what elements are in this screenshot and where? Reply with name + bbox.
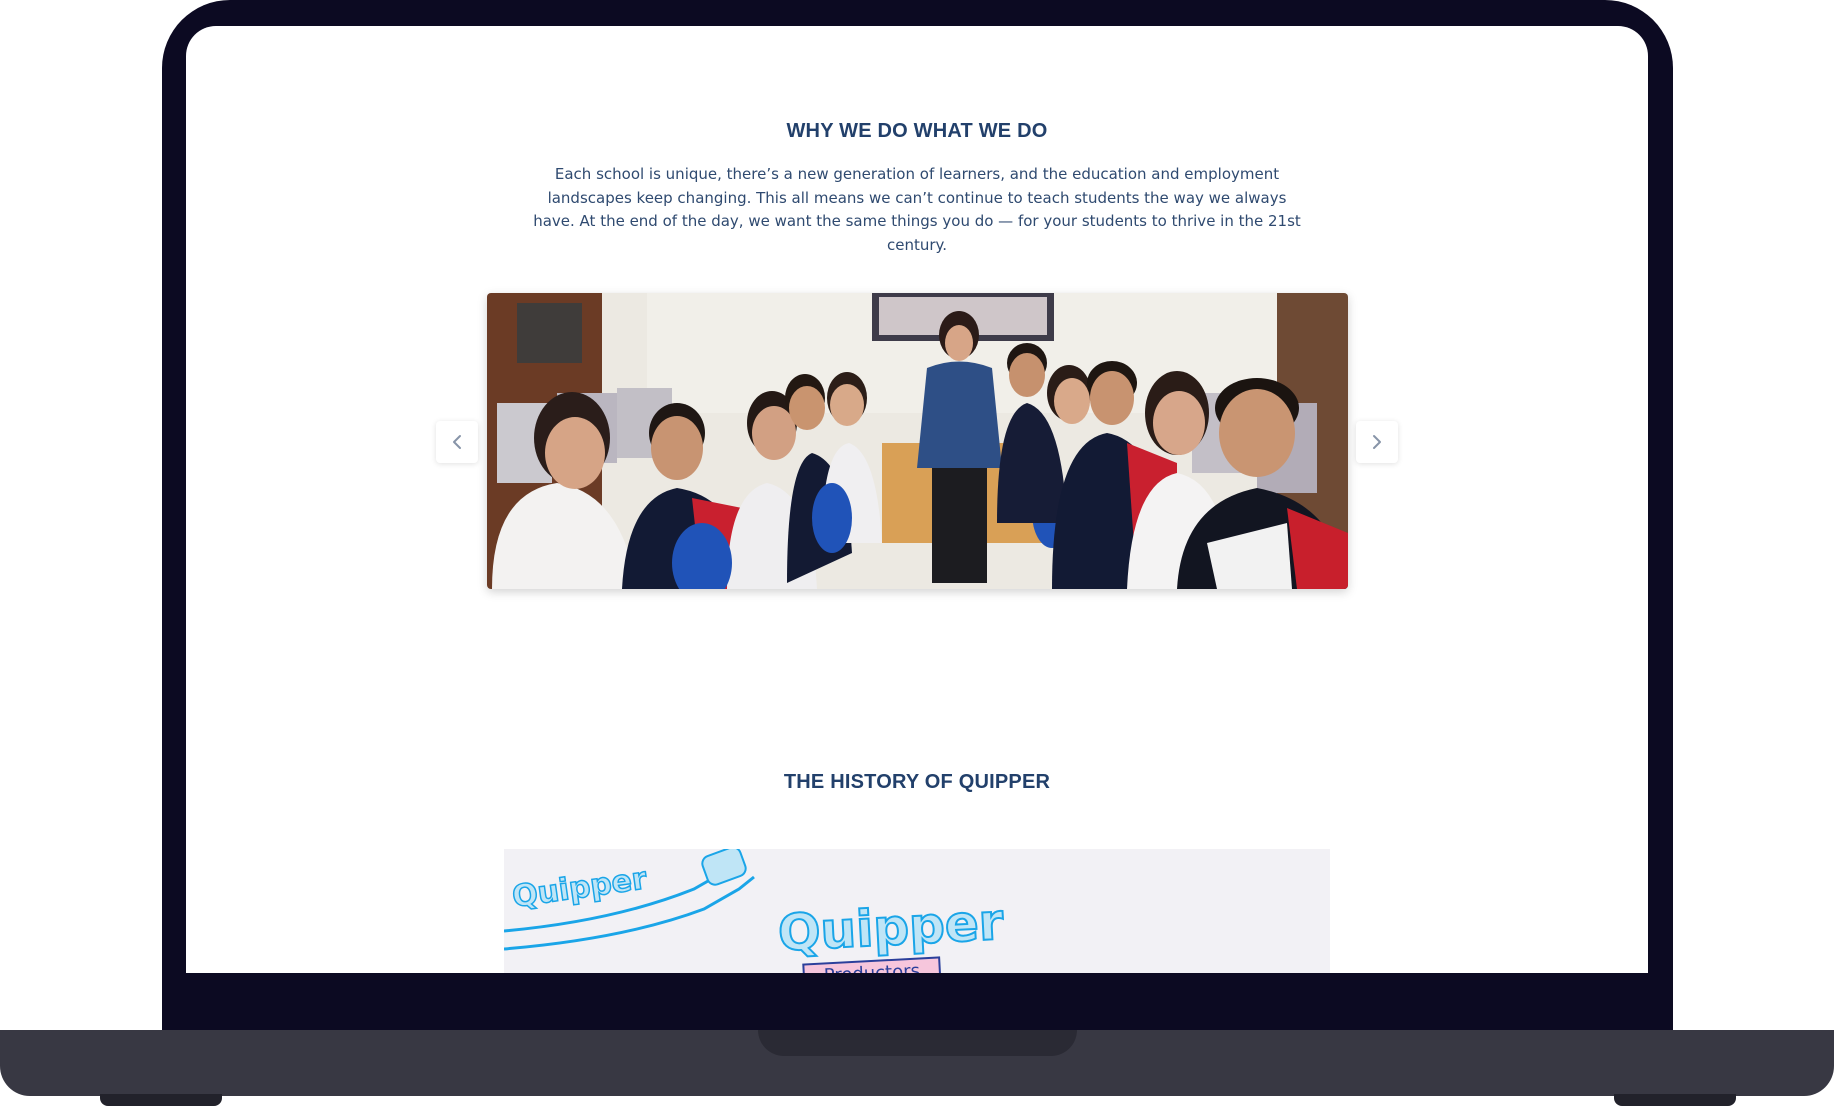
laptop-foot-right (1614, 1094, 1736, 1106)
logo-text: Quipper (777, 893, 1005, 963)
classroom-photo (487, 293, 1348, 589)
history-video-thumbnail[interactable]: Quipper Quipper Productors (504, 849, 1330, 973)
chevron-right-icon (1373, 435, 1381, 449)
chevron-left-icon (453, 435, 461, 449)
why-section-paragraph: Each school is unique, there’s a new gen… (533, 165, 1301, 254)
why-section-title: WHY WE DO WHAT WE DO (786, 120, 1048, 142)
history-section-title: THE HISTORY OF QUIPPER (783, 771, 1051, 793)
carousel-prev-button[interactable] (436, 421, 478, 463)
laptop-foot-left (100, 1094, 222, 1106)
whiteboard-drawing: Quipper Quipper Productors (504, 849, 1006, 973)
laptop-trackpad-notch (758, 1030, 1077, 1056)
banner-text: Quipper (510, 861, 649, 915)
laptop-mockup: WHY WE DO WHAT WE DO Each school is uniq… (0, 0, 1834, 1106)
laptop-screen: WHY WE DO WHAT WE DO Each school is uniq… (186, 26, 1648, 973)
carousel-image (487, 293, 1348, 589)
carousel-next-button[interactable] (1356, 421, 1398, 463)
